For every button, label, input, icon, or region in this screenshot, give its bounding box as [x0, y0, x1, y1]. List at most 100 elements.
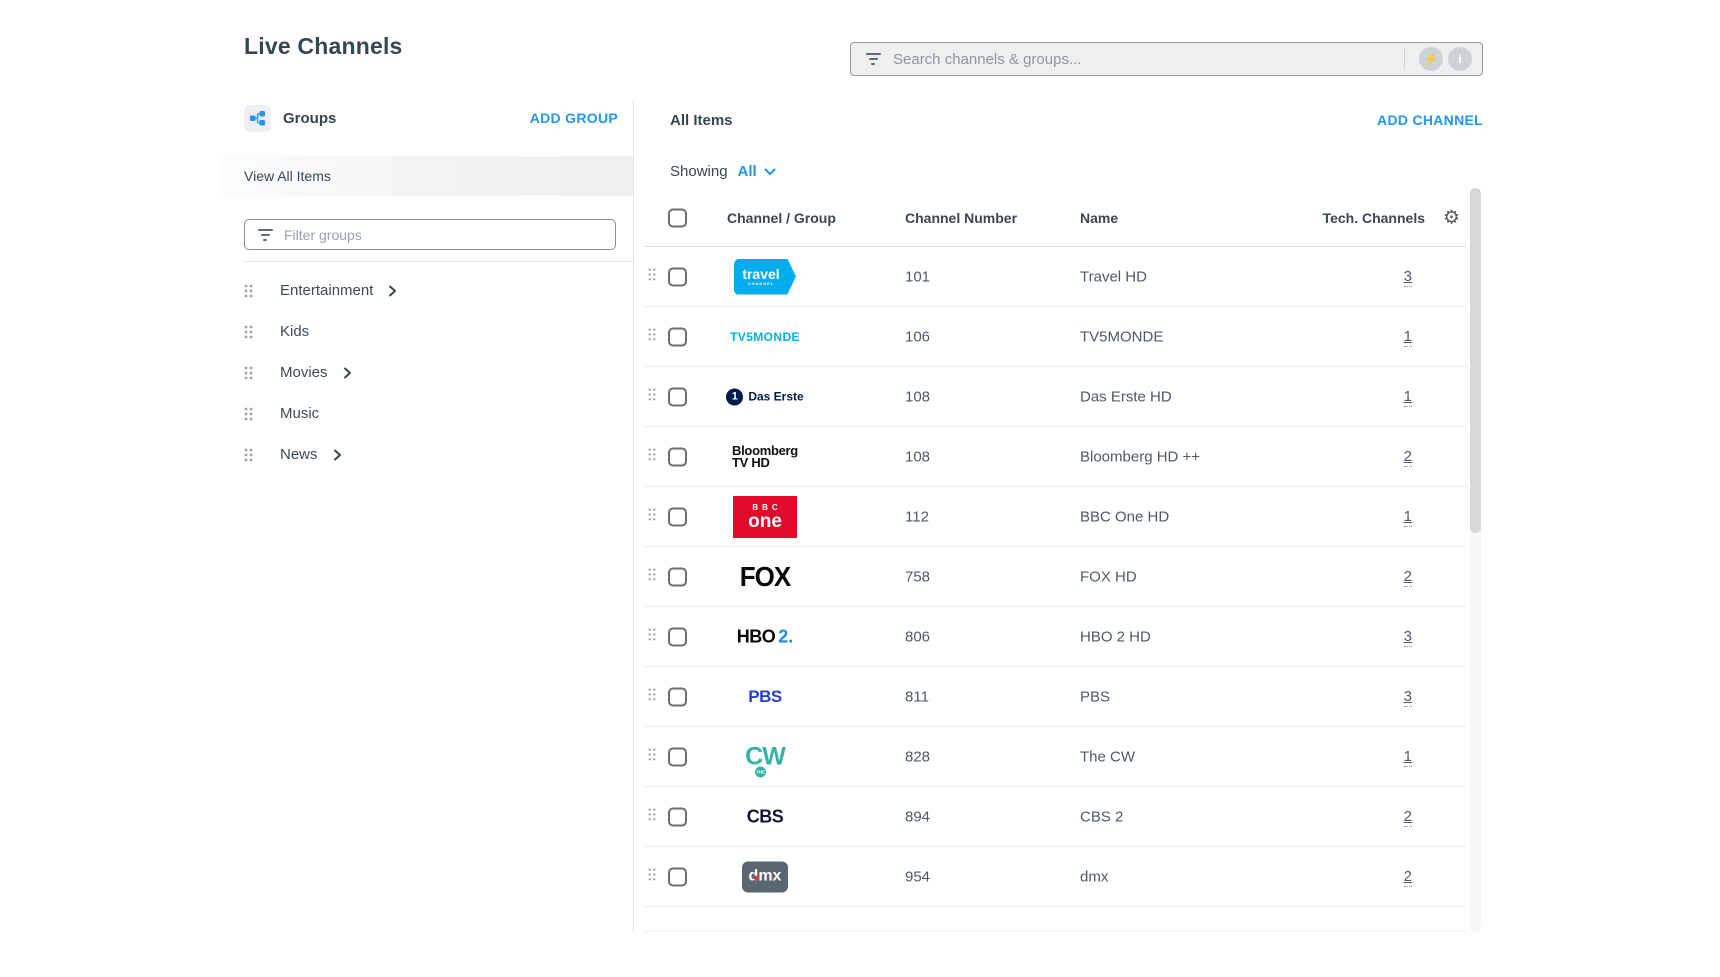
add-group-button[interactable]: ADD GROUP [530, 110, 618, 126]
channel-logo: Bloomberg TV HD [732, 445, 798, 469]
group-label: News [280, 446, 318, 463]
global-search-input[interactable]: Search channels & groups... ⚡ i [850, 42, 1483, 76]
partial-row [644, 907, 1466, 932]
table-body: travel CHANNEL 101 Travel HD 3 [644, 247, 1466, 907]
channel-name: Bloomberg HD ++ [1080, 448, 1200, 465]
showing-value[interactable]: All [738, 163, 757, 180]
group-list-item[interactable]: Movies [244, 352, 624, 393]
channel-number: 828 [905, 748, 930, 765]
table-row: BBC one 112 BBC One HD 1 [644, 487, 1466, 547]
group-label: Entertainment [280, 282, 373, 299]
tech-channels-link[interactable]: 3 [1404, 268, 1412, 287]
group-list-item[interactable]: Entertainment [244, 270, 624, 311]
drag-handle-icon[interactable] [648, 448, 656, 466]
drag-handle-icon[interactable] [648, 268, 656, 286]
channel-name: Travel HD [1080, 268, 1147, 285]
group-list-item[interactable]: Music [244, 393, 624, 434]
channel-number: 806 [905, 628, 930, 645]
table-scrollbar[interactable] [1470, 188, 1481, 932]
tech-channels-link[interactable]: 2 [1404, 808, 1412, 827]
tech-channels-link[interactable]: 2 [1404, 448, 1412, 467]
chevron-right-icon[interactable] [333, 449, 342, 461]
channel-name: BBC One HD [1080, 508, 1169, 525]
tech-channels-link[interactable]: 1 [1404, 748, 1412, 767]
tech-channels-link[interactable]: 2 [1404, 568, 1412, 587]
group-list-item[interactable]: News [244, 434, 624, 475]
channel-logo: dmx [742, 861, 788, 892]
select-all-checkbox[interactable] [668, 209, 687, 228]
row-checkbox[interactable] [668, 327, 687, 346]
chevron-right-icon[interactable] [388, 285, 397, 297]
filter-icon [257, 229, 273, 241]
channel-logo: FOX [740, 561, 790, 592]
drag-handle-icon[interactable] [244, 407, 253, 421]
flash-icon[interactable]: ⚡ [1419, 47, 1443, 71]
add-channel-button[interactable]: ADD CHANNEL [1377, 112, 1483, 128]
search-placeholder: Search channels & groups... [893, 51, 1081, 68]
groups-tree-icon [244, 105, 271, 132]
info-icon[interactable]: i [1448, 47, 1472, 71]
group-label: Movies [280, 364, 328, 381]
channel-name: PBS [1080, 688, 1110, 705]
row-checkbox[interactable] [668, 447, 687, 466]
channel-logo: travel CHANNEL [734, 259, 796, 295]
view-all-items[interactable]: View All Items [220, 156, 633, 196]
tech-channels-link[interactable]: 1 [1404, 388, 1412, 407]
row-checkbox[interactable] [668, 807, 687, 826]
table-row: THE CW 828 The CW 1 [644, 727, 1466, 787]
tech-channels-link[interactable]: 3 [1404, 688, 1412, 707]
table-header-row: Channel / Group Channel Number Name Tech… [644, 190, 1466, 247]
drag-handle-icon[interactable] [648, 568, 656, 586]
drag-handle-icon[interactable] [244, 366, 253, 380]
drag-handle-icon[interactable] [648, 328, 656, 346]
tech-channels-link[interactable]: 1 [1404, 508, 1412, 527]
drag-handle-icon[interactable] [648, 868, 656, 886]
tech-channels-link[interactable]: 2 [1404, 868, 1412, 887]
group-list: Entertainment Kids Movies [244, 270, 624, 475]
table-row: PBS 811 PBS 3 [644, 667, 1466, 727]
row-checkbox[interactable] [668, 507, 687, 526]
drag-handle-icon[interactable] [648, 628, 656, 646]
drag-handle-icon[interactable] [648, 808, 656, 826]
table-row: FOX 758 FOX HD 2 [644, 547, 1466, 607]
showing-label: Showing [670, 163, 728, 180]
channel-logo: PBS [748, 687, 781, 707]
filter-groups-input[interactable]: Filter groups [244, 219, 616, 250]
channel-number: 811 [905, 688, 929, 705]
group-list-item[interactable]: Kids [244, 311, 624, 352]
row-checkbox[interactable] [668, 867, 687, 886]
chevron-down-icon [764, 168, 776, 176]
scrollbar-thumb[interactable] [1470, 188, 1481, 533]
table-row: Bloomberg TV HD 108 Bloomberg HD ++ 2 [644, 427, 1466, 487]
tech-channels-link[interactable]: 3 [1404, 628, 1412, 647]
column-tech-channels: Tech. Channels [1323, 210, 1425, 226]
channel-number: 112 [905, 508, 929, 525]
drag-handle-icon[interactable] [244, 325, 253, 339]
group-label: Kids [280, 323, 309, 340]
drag-handle-icon[interactable] [244, 448, 253, 462]
sidebar-divider [244, 261, 633, 262]
row-checkbox[interactable] [668, 627, 687, 646]
drag-handle-icon[interactable] [648, 748, 656, 766]
drag-handle-icon[interactable] [648, 508, 656, 526]
chevron-right-icon[interactable] [343, 367, 352, 379]
drag-handle-icon[interactable] [648, 688, 656, 706]
gear-icon[interactable]: ⚙ [1443, 209, 1460, 228]
tech-channels-link[interactable]: 1 [1404, 328, 1412, 347]
row-checkbox[interactable] [668, 747, 687, 766]
table-row: HBO 2. 806 HBO 2 HD 3 [644, 607, 1466, 667]
channel-number: 758 [905, 568, 930, 585]
channel-logo: THE CW [745, 742, 785, 771]
drag-handle-icon[interactable] [648, 388, 656, 406]
channel-name: FOX HD [1080, 568, 1137, 585]
row-checkbox[interactable] [668, 567, 687, 586]
drag-handle-icon[interactable] [244, 284, 253, 298]
row-checkbox[interactable] [668, 387, 687, 406]
showing-dropdown[interactable]: Showing All [670, 163, 776, 180]
row-checkbox[interactable] [668, 267, 687, 286]
column-name: Name [1080, 210, 1118, 226]
panel-divider [633, 100, 634, 932]
channel-logo: CBS [747, 806, 784, 827]
channel-number: 108 [905, 448, 930, 465]
row-checkbox[interactable] [668, 687, 687, 706]
